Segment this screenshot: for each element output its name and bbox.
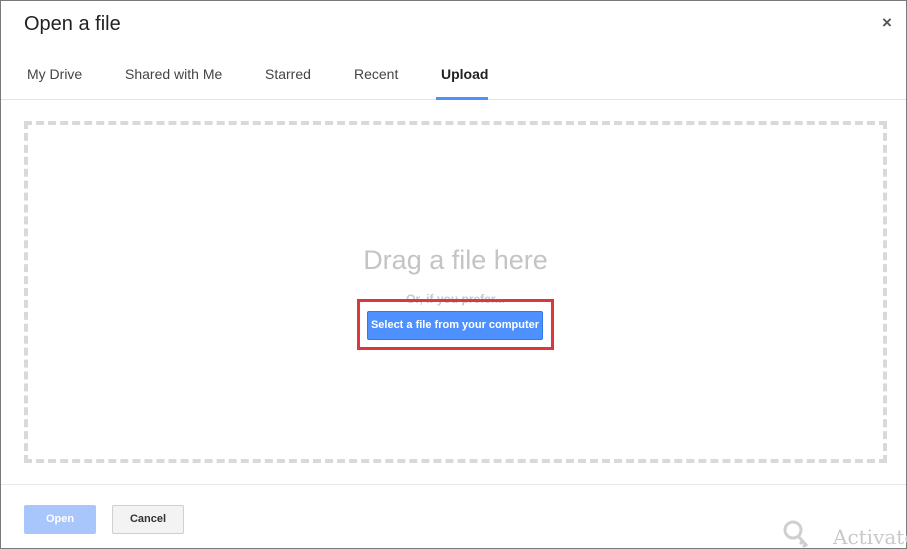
drag-file-text: Drag a file here bbox=[363, 245, 548, 275]
tab-upload[interactable]: Upload bbox=[439, 65, 490, 99]
key-icon bbox=[783, 520, 809, 549]
footer-divider bbox=[1, 484, 906, 485]
file-drop-zone[interactable]: Drag a file here Or, if you prefer... bbox=[24, 121, 887, 463]
cancel-button[interactable]: Cancel bbox=[112, 505, 184, 534]
active-tab-indicator bbox=[436, 97, 488, 100]
tab-shared-with-me[interactable]: Shared with Me bbox=[123, 65, 224, 99]
open-file-dialog: Open a file × My Drive Shared with Me St… bbox=[0, 0, 907, 549]
tab-my-drive[interactable]: My Drive bbox=[25, 65, 84, 99]
tab-bar: My Drive Shared with Me Starred Recent U… bbox=[1, 1, 906, 100]
activate-watermark: Activate bbox=[833, 525, 907, 549]
tab-starred[interactable]: Starred bbox=[263, 65, 313, 99]
select-file-button[interactable]: Select a file from your computer bbox=[367, 311, 543, 340]
tab-recent[interactable]: Recent bbox=[352, 65, 400, 99]
open-button[interactable]: Open bbox=[24, 505, 96, 534]
